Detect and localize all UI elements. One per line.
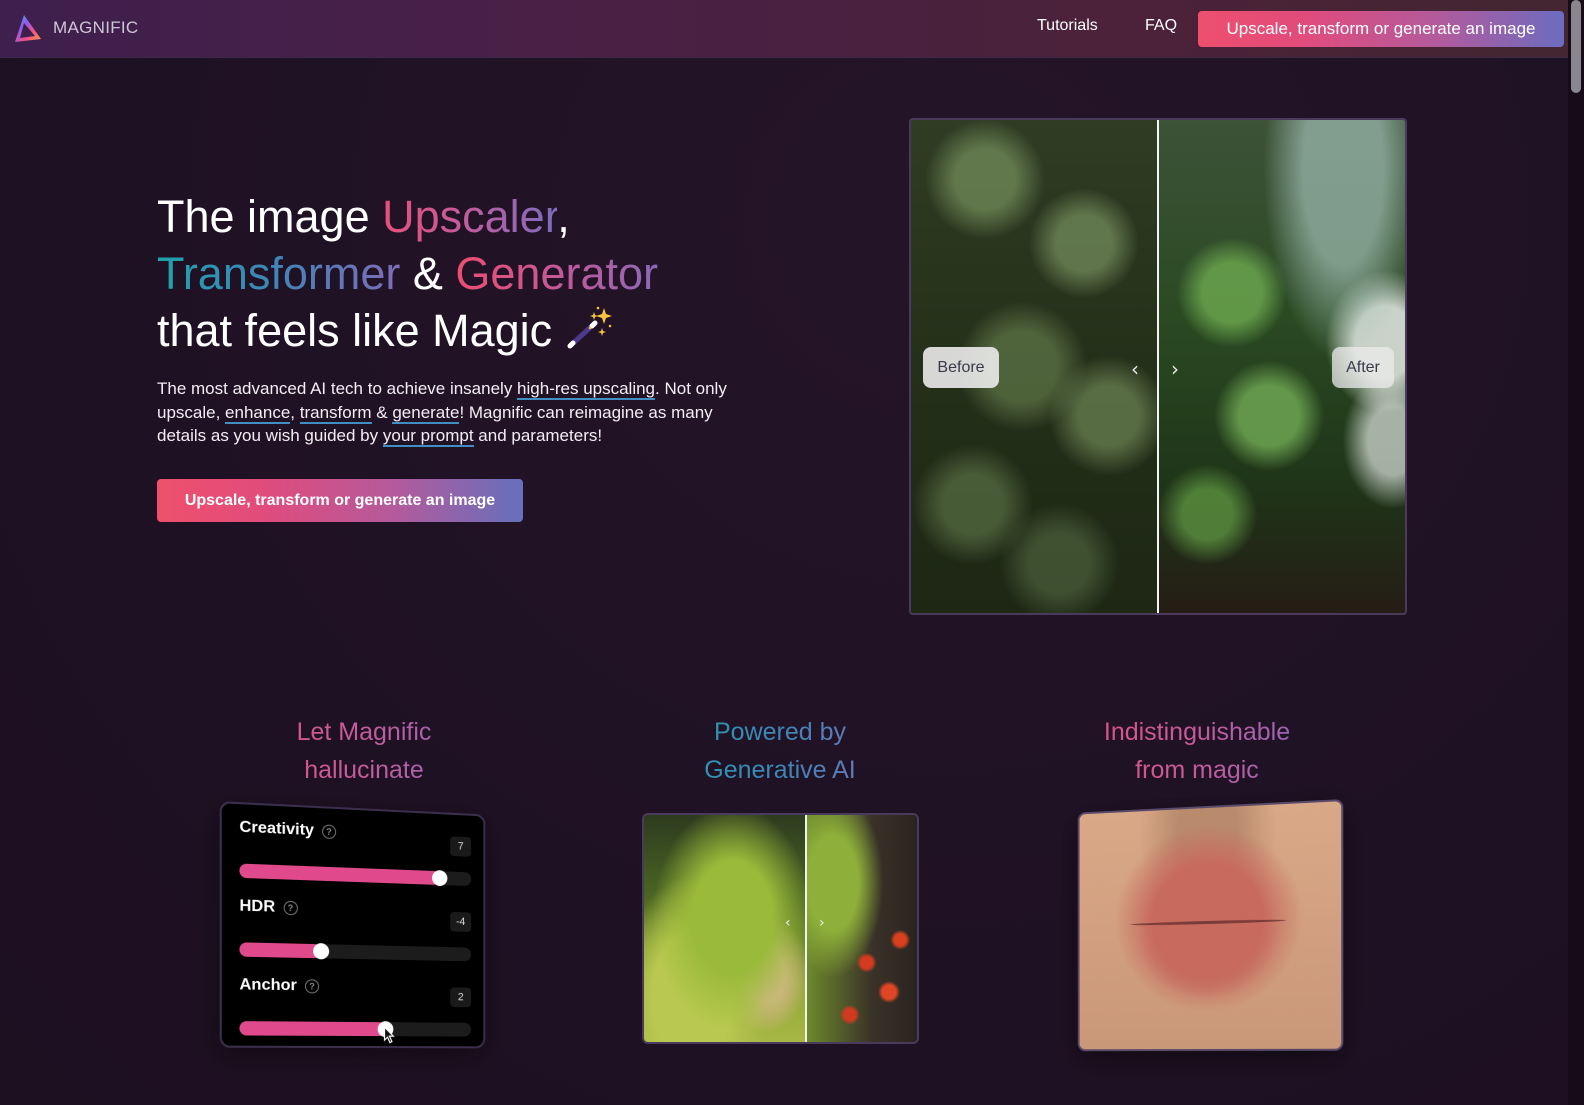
brand-name: MAGNIFIC	[53, 18, 139, 37]
magnific-triangle-icon	[15, 15, 41, 42]
feature-title-line: from magic	[1135, 756, 1259, 784]
link-enhance[interactable]: enhance	[225, 402, 291, 424]
slider-label: Anchor	[239, 976, 297, 995]
desc-text: ,	[290, 402, 300, 422]
slider-label-row: HDR ?	[239, 897, 471, 922]
nav-tutorials[interactable]: Tutorials	[1037, 17, 1098, 35]
slider-label: Creativity	[239, 818, 314, 840]
slider-label: HDR	[239, 897, 276, 916]
slider-hdr: HDR ? -4	[239, 897, 472, 962]
chevron-left-icon[interactable]: ‹	[1131, 357, 1139, 381]
slider-creativity: Creativity ? 7	[239, 818, 472, 887]
comparison-divider-handle[interactable]	[1157, 120, 1159, 613]
help-icon[interactable]: ?	[304, 979, 320, 994]
page-scrollbar[interactable]	[1568, 0, 1584, 1105]
help-icon[interactable]: ?	[322, 824, 337, 840]
slider-track[interactable]	[239, 942, 472, 962]
feature-title-magic: Indistinguishable from magic	[1037, 713, 1357, 789]
slider-value: -4	[450, 911, 472, 933]
title-line3: that feels like Magic	[157, 305, 553, 356]
lip-line	[1129, 919, 1287, 927]
desc-text: and parameters!	[473, 426, 603, 445]
slider-track[interactable]	[239, 1021, 472, 1037]
lips-closeup-image	[1077, 799, 1344, 1052]
chevron-right-icon[interactable]: ›	[819, 915, 825, 931]
anime-before-image	[644, 815, 805, 1042]
header-cta-button[interactable]: Upscale, transform or generate an image	[1198, 11, 1564, 47]
title-generator: Generator	[455, 248, 659, 299]
link-high-res-upscaling[interactable]: high-res upscaling	[517, 379, 656, 400]
slider-fill	[239, 942, 322, 959]
hero-description: The most advanced AI tech to achieve ins…	[157, 377, 747, 448]
anime-divider-handle[interactable]	[805, 815, 807, 1042]
after-label: After	[1332, 347, 1394, 388]
feature-title-line: Generative AI	[704, 756, 856, 784]
slider-track[interactable]	[239, 863, 472, 887]
slider-label-row: Anchor ?	[239, 976, 471, 997]
feature-title-generative-ai: Powered by Generative AI	[620, 713, 940, 789]
link-your-prompt[interactable]: your prompt	[382, 426, 474, 447]
feature-title-line: hallucinate	[304, 756, 424, 784]
slider-value: 7	[450, 836, 472, 857]
magic-wand-icon	[567, 306, 613, 349]
scrollbar-thumb[interactable]	[1571, 0, 1581, 93]
top-nav: MAGNIFIC Tutorials FAQ Upscale, transfor…	[0, 0, 1568, 58]
desc-text: The most advanced AI tech to achieve ins…	[157, 379, 518, 398]
slider-fill	[239, 1021, 386, 1037]
slider-thumb[interactable]	[313, 943, 330, 960]
slider-anchor: Anchor ? 2	[239, 976, 472, 997]
feature-title-line: Powered by	[713, 718, 847, 746]
chevron-left-icon[interactable]: ‹	[785, 915, 791, 931]
before-after-comparison[interactable]: ‹ › Before After	[909, 118, 1407, 615]
feature-title-line: Let Magnific	[296, 718, 432, 746]
anime-comparison[interactable]: ‹ ›	[642, 813, 919, 1044]
before-label: Before	[923, 347, 999, 388]
slider-label-row: Creativity ?	[239, 818, 471, 847]
page: MAGNIFIC Tutorials FAQ Upscale, transfor…	[0, 0, 1568, 1105]
link-transform[interactable]: transform	[299, 402, 372, 424]
chevron-right-icon[interactable]: ›	[1171, 357, 1179, 381]
mouse-cursor-icon	[384, 1026, 398, 1044]
link-generate[interactable]: generate	[392, 402, 460, 424]
feature-title-hallucinate: Let Magnific hallucinate	[204, 713, 524, 789]
title-amp: &	[400, 248, 456, 299]
slider-thumb[interactable]	[432, 869, 448, 887]
parameters-card: Creativity ? 7 HDR ? -4 Anchor ? 2	[219, 801, 486, 1049]
title-comma: ,	[557, 191, 570, 242]
nav-faq[interactable]: FAQ	[1145, 17, 1177, 35]
slider-fill	[239, 863, 440, 885]
title-text: The image	[157, 191, 383, 242]
hero-cta-button[interactable]: Upscale, transform or generate an image	[157, 479, 523, 522]
brand-logo[interactable]: MAGNIFIC	[12, 12, 139, 44]
title-upscaler: Upscaler	[382, 191, 558, 242]
title-transformer: Transformer	[157, 248, 401, 299]
help-icon[interactable]: ?	[283, 900, 298, 916]
feature-title-line: Indistinguishable	[1103, 718, 1291, 746]
slider-value: 2	[450, 987, 472, 1008]
hero-title: The image Upscaler, Transformer & Genera…	[157, 188, 797, 359]
desc-text: &	[371, 402, 393, 422]
